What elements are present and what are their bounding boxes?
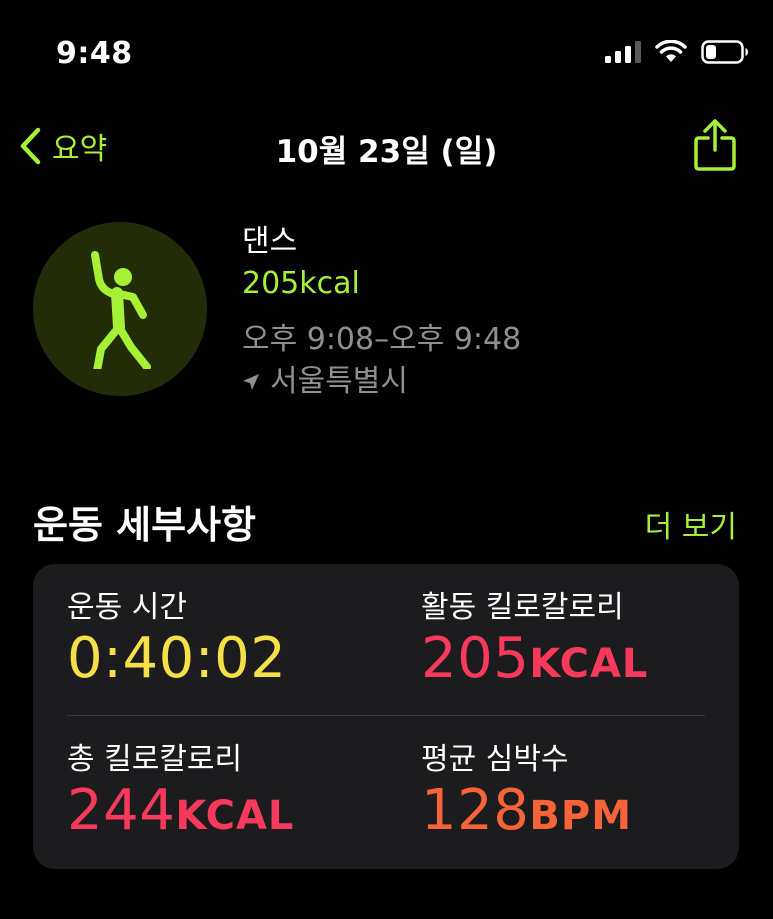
metric-total-calories: 총 킬로칼로리 244KCAL <box>67 740 294 847</box>
metric-unit: BPM <box>529 793 632 839</box>
metric-number: 128 <box>421 778 530 843</box>
workout-name: 댄스 <box>242 224 298 259</box>
metric-average-heart-rate: 평균 심박수 128BPM <box>421 740 632 847</box>
dance-icon <box>91 251 151 369</box>
share-button[interactable] <box>693 118 737 176</box>
metric-unit: KCAL <box>175 793 295 839</box>
metric-label: 총 킬로칼로리 <box>67 742 243 777</box>
metric-label: 활동 킬로칼로리 <box>421 590 624 625</box>
section-title: 운동 세부사항 <box>33 503 256 547</box>
wifi-icon <box>655 40 687 62</box>
cellular-signal-icon <box>605 41 641 63</box>
workout-info: 댄스 205kcal 오후 9:08–오후 9:48 서울특별시 <box>242 222 521 404</box>
show-more-button[interactable]: 더 보기 <box>645 502 737 546</box>
status-icons <box>605 40 749 64</box>
location-arrow-icon <box>243 374 259 390</box>
metric-unit: KCAL <box>529 641 649 687</box>
metric-value: 128BPM <box>421 780 632 847</box>
battery-icon <box>701 40 748 64</box>
status-time: 9:48 <box>56 36 133 71</box>
workout-icon-badge <box>33 222 207 396</box>
metric-value: 0:40:02 <box>67 628 286 695</box>
metric-label: 운동 시간 <box>67 590 187 625</box>
workout-location-label: 서울특별시 <box>270 364 408 399</box>
metric-number: 0:40:02 <box>67 626 287 691</box>
metric-workout-time: 운동 시간 0:40:02 <box>67 588 286 695</box>
page-title: 10월 23일 (일) <box>275 134 498 170</box>
workout-time-range: 오후 9:08–오후 9:48 <box>242 322 522 357</box>
workout-location: 서울특별시 <box>242 360 521 404</box>
metric-value: 244KCAL <box>67 780 294 847</box>
metric-active-calories: 활동 킬로칼로리 205KCAL <box>421 588 648 695</box>
workout-calories: 205kcal <box>242 266 360 301</box>
share-icon <box>694 119 736 171</box>
card-divider <box>67 715 705 716</box>
metric-number: 205 <box>421 626 530 691</box>
metric-label: 평균 심박수 <box>421 742 569 777</box>
workout-details-card: 운동 시간 0:40:02 활동 킬로칼로리 205KCAL 총 킬로칼로리 2… <box>33 564 739 869</box>
metric-value: 205KCAL <box>421 628 648 695</box>
workout-detail-screen: 9:48 요약 10월 23일 (일) 댄스 205kcal 오후 9:08–오… <box>0 0 773 919</box>
metric-number: 244 <box>67 778 176 843</box>
